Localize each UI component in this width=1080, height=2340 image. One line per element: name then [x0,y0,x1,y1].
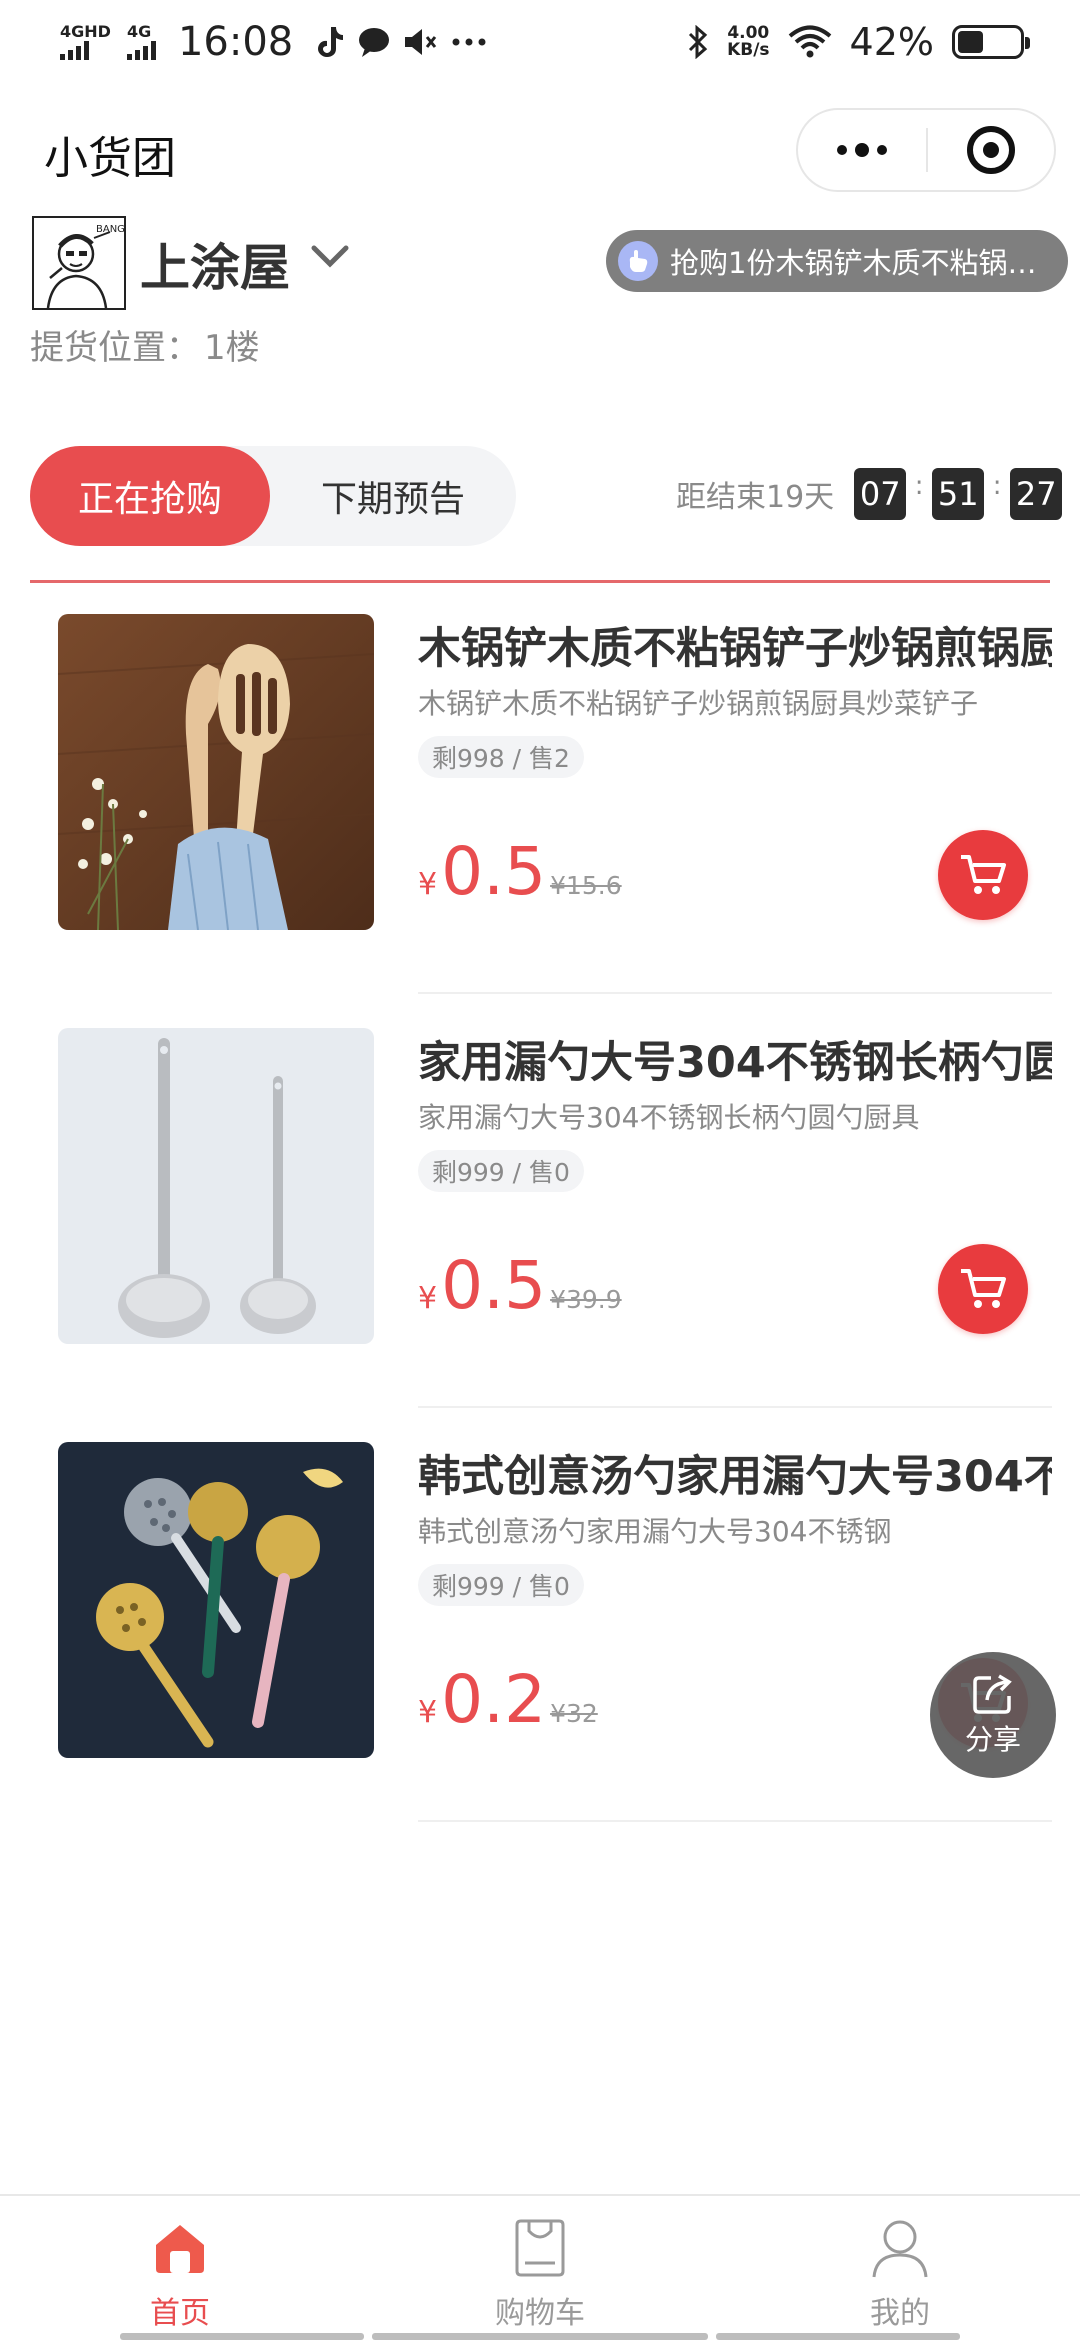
signal-bars-icon [60,40,89,60]
stock-badge: 剩998 / 售2 [418,736,584,778]
more-dots-icon [451,37,487,47]
nav-profile[interactable]: 我的 [720,2196,1080,2340]
product-info: 家用漏勺大号304不锈钢长柄勺圆勺厨具 家用漏勺大号304不锈钢长柄勺圆勺厨具 … [418,996,1052,1408]
nav-home-label: 首页 [150,2296,210,2331]
product-item[interactable]: 韩式创意汤勺家用漏勺大号304不锈钢 韩式创意汤勺家用漏勺大号304不锈钢 剩9… [0,1410,1080,1822]
product-info: 木锅铲木质不粘锅铲子炒锅煎锅厨具炒菜铲子 木锅铲木质不粘锅铲子炒锅煎锅厨具炒菜铲… [418,582,1052,994]
signal-4g: 4G [126,22,156,60]
bluetooth-icon [687,25,709,59]
more-icon[interactable] [798,110,926,190]
product-subtitle: 木锅铲木质不粘锅铲子炒锅煎锅厨具炒菜铲子 [418,687,979,720]
tiktok-icon [315,25,345,59]
sale-tabs: 正在抢购 下期预告 [30,446,516,546]
app-title: 小货团 [44,133,176,184]
share-label: 分享 [964,1723,1021,1756]
gesture-bar [372,2333,708,2340]
pickup-value: 1楼 [204,328,260,368]
chevron-down-icon[interactable] [310,242,350,274]
original-price: ¥15.6 [550,871,622,900]
product-image-ladles[interactable] [58,1028,374,1344]
price-block: ¥ 0.2 ¥32 [418,1660,598,1740]
countdown-separator: : [914,471,924,501]
countdown-separator: : [992,471,1002,501]
battery-percent: 42% [849,20,934,64]
currency-symbol: ¥ [418,867,438,902]
tab-current-sale[interactable]: 正在抢购 [30,446,270,546]
original-price: ¥32 [550,1699,598,1728]
speed-unit: KB/s [727,40,770,60]
gesture-bar [120,2333,364,2340]
purchase-notice-banner[interactable]: 抢购1份木锅铲木质不粘锅铲子炒锅煎锅厨具炒菜铲子 [606,230,1068,292]
product-item[interactable]: 家用漏勺大号304不锈钢长柄勺圆勺厨具 家用漏勺大号304不锈钢长柄勺圆勺厨具 … [0,996,1080,1408]
product-image-gold-spoons[interactable] [58,1442,374,1758]
product-title[interactable]: 家用漏勺大号304不锈钢长柄勺圆勺厨具 [418,1028,1052,1090]
share-icon [973,1674,1012,1714]
gesture-bar [716,2333,960,2340]
currency-symbol: ¥ [418,1695,438,1730]
pickup-location: 提货位置： 1楼 [30,320,260,369]
home-icon [150,2212,210,2284]
sale-price: 0.5 [441,1247,547,1324]
add-to-cart-button[interactable] [938,1244,1028,1334]
hand-icon [618,241,658,281]
cart-icon [961,1269,1006,1308]
svg-text:BANG: BANG [96,224,124,235]
store-header: BANG 上涂屋 提货位置：1楼 抢购1份木锅铲木质不粘锅铲子炒锅煎锅厨具炒菜铲… [30,216,1068,376]
add-to-cart-button[interactable] [938,830,1028,920]
mini-program-title-bar: 小货团 [0,100,1080,200]
price-block: ¥ 0.5 ¥15.6 [418,832,622,912]
sale-price: 0.5 [441,833,547,910]
user-icon [870,2212,930,2284]
clock: 16:08 [177,19,294,65]
nav-profile-label: 我的 [870,2296,930,2331]
notice-text: 抢购1份木锅铲木质不粘锅铲子炒锅煎锅厨具炒菜铲子 [670,246,1046,280]
countdown-minutes: 51 [932,468,985,520]
capsule-menu [796,108,1056,192]
nav-cart[interactable]: 购物车 [360,2196,720,2340]
cart-icon [961,855,1006,894]
status-bar: 4GHD 4G 16:08 4.00 KB/s 42% [0,0,1080,84]
product-image-wooden-spatula[interactable] [58,614,374,930]
nav-cart-label: 购物车 [495,2296,585,2331]
tab-next-preview[interactable]: 下期预告 [270,446,516,546]
countdown-label: 距结束19天 [676,480,835,515]
product-subtitle: 韩式创意汤勺家用漏勺大号304不锈钢 [418,1515,892,1548]
countdown: 距结束19天 07 : 51 : 27 [676,466,1063,522]
network-speed: 4.00 KB/s [727,25,769,59]
original-price: ¥39.9 [550,1285,622,1314]
stock-badge: 剩999 / 售0 [418,1150,584,1192]
share-button[interactable]: 分享 [930,1652,1056,1778]
chat-icon [357,26,391,58]
countdown-seconds: 27 [1010,468,1063,520]
product-item[interactable]: 木锅铲木质不粘锅铲子炒锅煎锅厨具炒菜铲子 木锅铲木质不粘锅铲子炒锅煎锅厨具炒菜铲… [0,582,1080,994]
countdown-hours: 07 [854,468,907,520]
wifi-icon [788,25,832,59]
signal-bars-icon [126,40,156,60]
currency-symbol: ¥ [418,1281,438,1316]
stock-badge: 剩999 / 售0 [418,1564,584,1606]
nav-home[interactable]: 首页 [0,2196,360,2340]
battery-icon [952,25,1030,59]
network-type-2: 4G [126,22,152,41]
network-type-1: 4GHD [60,22,111,41]
signal-4ghd: 4GHD [60,24,111,60]
price-block: ¥ 0.5 ¥39.9 [418,1246,622,1326]
store-avatar[interactable]: BANG [32,216,126,310]
product-title[interactable]: 韩式创意汤勺家用漏勺大号304不锈钢 [418,1442,1052,1504]
bottom-navigation: 首页 购物车 我的 [0,2194,1080,2340]
shopping-bag-icon [511,2212,569,2284]
close-target-icon[interactable] [928,126,1054,174]
product-title[interactable]: 木锅铲木质不粘锅铲子炒锅煎锅厨具炒菜铲子 [418,614,1052,676]
pickup-label: 提货位置： [30,328,200,368]
product-subtitle: 家用漏勺大号304不锈钢长柄勺圆勺厨具 [418,1101,920,1134]
mute-icon [403,26,439,58]
sale-price: 0.2 [441,1661,547,1738]
store-name[interactable]: 上涂屋 [140,228,290,300]
